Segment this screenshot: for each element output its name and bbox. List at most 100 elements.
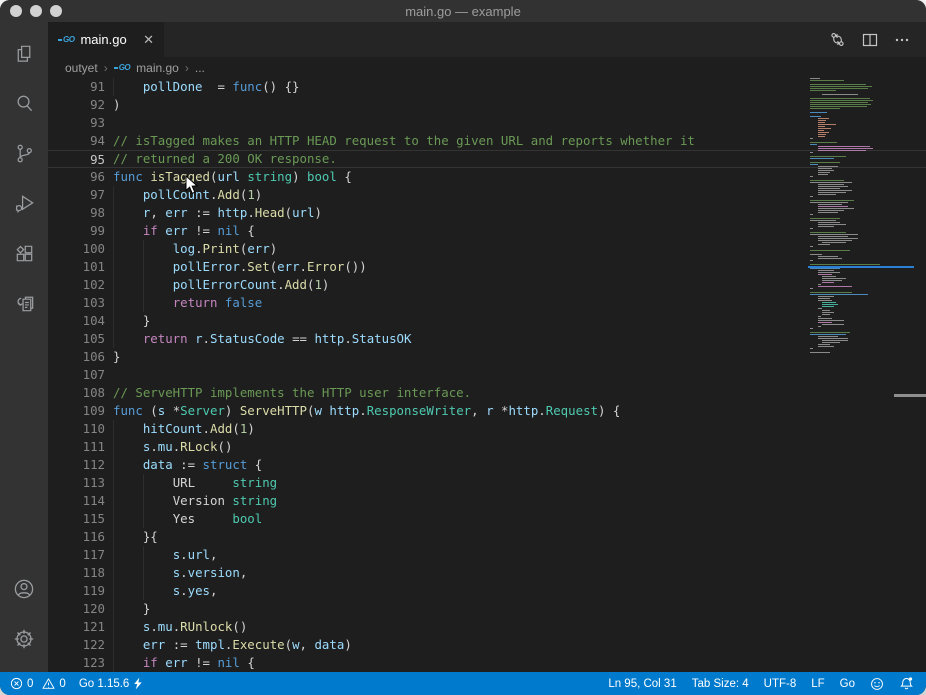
- code-line[interactable]: 108// ServeHTTP implements the HTTP user…: [48, 384, 926, 402]
- code-line[interactable]: 100 log.Print(err): [48, 240, 926, 258]
- code-line[interactable]: 111 s.mu.RLock(): [48, 438, 926, 456]
- line-number[interactable]: 123: [48, 654, 105, 672]
- tab-main-go[interactable]: GO main.go ✕: [48, 22, 164, 57]
- code-line[interactable]: 99 if err != nil {: [48, 222, 926, 240]
- code-line[interactable]: 109func (s *Server) ServeHTTP(w http.Res…: [48, 402, 926, 420]
- line-number[interactable]: 118: [48, 564, 105, 582]
- code-line[interactable]: 118 s.version,: [48, 564, 926, 582]
- tab-close-icon[interactable]: ✕: [143, 33, 154, 46]
- problems-indicator[interactable]: 0 0: [10, 677, 66, 690]
- tab-size-status[interactable]: Tab Size: 4: [692, 678, 749, 690]
- encoding-status[interactable]: UTF-8: [764, 678, 797, 690]
- line-number[interactable]: 91: [48, 78, 105, 96]
- code-line[interactable]: 101 pollError.Set(err.Error()): [48, 258, 926, 276]
- code-line[interactable]: 97 pollCount.Add(1): [48, 186, 926, 204]
- line-number[interactable]: 95: [48, 151, 105, 169]
- account-icon[interactable]: [0, 564, 48, 614]
- line-number[interactable]: 113: [48, 474, 105, 492]
- code-editor[interactable]: 91 pollDone = func() {}92)9394// isTagge…: [48, 78, 926, 672]
- code-line[interactable]: 121 s.mu.RUnlock(): [48, 618, 926, 636]
- search-icon[interactable]: [0, 78, 48, 128]
- code-line[interactable]: 105 return r.StatusCode == http.StatusOK: [48, 330, 926, 348]
- zap-icon: [133, 677, 143, 690]
- eol-status[interactable]: LF: [811, 678, 824, 690]
- line-number[interactable]: 97: [48, 186, 105, 204]
- line-number[interactable]: 115: [48, 510, 105, 528]
- line-number[interactable]: 94: [48, 132, 105, 150]
- split-editor-icon[interactable]: [862, 32, 878, 48]
- go-explorer-icon[interactable]: [0, 278, 48, 328]
- code-line[interactable]: 95// returned a 200 OK response.: [48, 150, 926, 168]
- code-line[interactable]: 122 err := tmpl.Execute(w, data): [48, 636, 926, 654]
- explorer-icon[interactable]: [0, 28, 48, 78]
- extensions-icon[interactable]: [0, 228, 48, 278]
- source-control-icon[interactable]: [0, 128, 48, 178]
- code-text: pollError.Set(err.Error()): [113, 258, 367, 276]
- language-mode-status[interactable]: Go: [840, 678, 855, 690]
- line-number[interactable]: 104: [48, 312, 105, 330]
- open-changes-icon[interactable]: [829, 31, 846, 48]
- line-number[interactable]: 108: [48, 384, 105, 402]
- line-number[interactable]: 109: [48, 402, 105, 420]
- line-number[interactable]: 92: [48, 96, 105, 114]
- line-number[interactable]: 103: [48, 294, 105, 312]
- code-text: pollCount.Add(1): [113, 186, 262, 204]
- code-line[interactable]: 91 pollDone = func() {}: [48, 78, 926, 96]
- settings-gear-icon[interactable]: [0, 614, 48, 664]
- line-number[interactable]: 121: [48, 618, 105, 636]
- line-number[interactable]: 119: [48, 582, 105, 600]
- line-number[interactable]: 105: [48, 330, 105, 348]
- more-actions-icon[interactable]: [894, 32, 910, 48]
- code-line[interactable]: 115 Yes bool: [48, 510, 926, 528]
- minimap[interactable]: [810, 78, 912, 672]
- feedback-icon[interactable]: [870, 677, 884, 691]
- line-number[interactable]: 117: [48, 546, 105, 564]
- go-version-status[interactable]: Go 1.15.6: [79, 677, 144, 690]
- line-number[interactable]: 102: [48, 276, 105, 294]
- code-line[interactable]: 104 }: [48, 312, 926, 330]
- line-number[interactable]: 98: [48, 204, 105, 222]
- code-text: return r.StatusCode == http.StatusOK: [113, 330, 411, 348]
- line-number[interactable]: 122: [48, 636, 105, 654]
- code-line[interactable]: 112 data := struct {: [48, 456, 926, 474]
- line-number[interactable]: 110: [48, 420, 105, 438]
- close-window-button[interactable]: [10, 5, 22, 17]
- code-line[interactable]: 119 s.yes,: [48, 582, 926, 600]
- breadcrumb-symbol[interactable]: ...: [195, 61, 205, 75]
- line-number[interactable]: 114: [48, 492, 105, 510]
- code-line[interactable]: 92): [48, 96, 926, 114]
- zoom-window-button[interactable]: [50, 5, 62, 17]
- code-line[interactable]: 113 URL string: [48, 474, 926, 492]
- line-number[interactable]: 120: [48, 600, 105, 618]
- breadcrumb-file[interactable]: main.go: [136, 61, 179, 75]
- code-line[interactable]: 114 Version string: [48, 492, 926, 510]
- code-line[interactable]: 116 }{: [48, 528, 926, 546]
- code-line[interactable]: 94// isTagged makes an HTTP HEAD request…: [48, 132, 926, 150]
- minimize-window-button[interactable]: [30, 5, 42, 17]
- line-number[interactable]: 106: [48, 348, 105, 366]
- code-line[interactable]: 117 s.url,: [48, 546, 926, 564]
- code-line[interactable]: 98 r, err := http.Head(url): [48, 204, 926, 222]
- line-number[interactable]: 96: [48, 168, 105, 186]
- line-number[interactable]: 99: [48, 222, 105, 240]
- line-number[interactable]: 93: [48, 114, 105, 132]
- code-line[interactable]: 106}: [48, 348, 926, 366]
- line-number[interactable]: 107: [48, 366, 105, 384]
- code-line[interactable]: 102 pollErrorCount.Add(1): [48, 276, 926, 294]
- line-number[interactable]: 112: [48, 456, 105, 474]
- notifications-bell-icon[interactable]: [899, 676, 914, 691]
- line-number[interactable]: 101: [48, 258, 105, 276]
- line-number[interactable]: 100: [48, 240, 105, 258]
- code-line[interactable]: 96func isTagged(url string) bool {: [48, 168, 926, 186]
- cursor-position-status[interactable]: Ln 95, Col 31: [608, 678, 676, 690]
- code-line[interactable]: 123 if err != nil {: [48, 654, 926, 672]
- run-debug-icon[interactable]: [0, 178, 48, 228]
- code-line[interactable]: 120 }: [48, 600, 926, 618]
- code-line[interactable]: 107: [48, 366, 926, 384]
- line-number[interactable]: 111: [48, 438, 105, 456]
- code-line[interactable]: 103 return false: [48, 294, 926, 312]
- code-line[interactable]: 93: [48, 114, 926, 132]
- breadcrumb-folder[interactable]: outyet: [65, 61, 98, 75]
- code-line[interactable]: 110 hitCount.Add(1): [48, 420, 926, 438]
- line-number[interactable]: 116: [48, 528, 105, 546]
